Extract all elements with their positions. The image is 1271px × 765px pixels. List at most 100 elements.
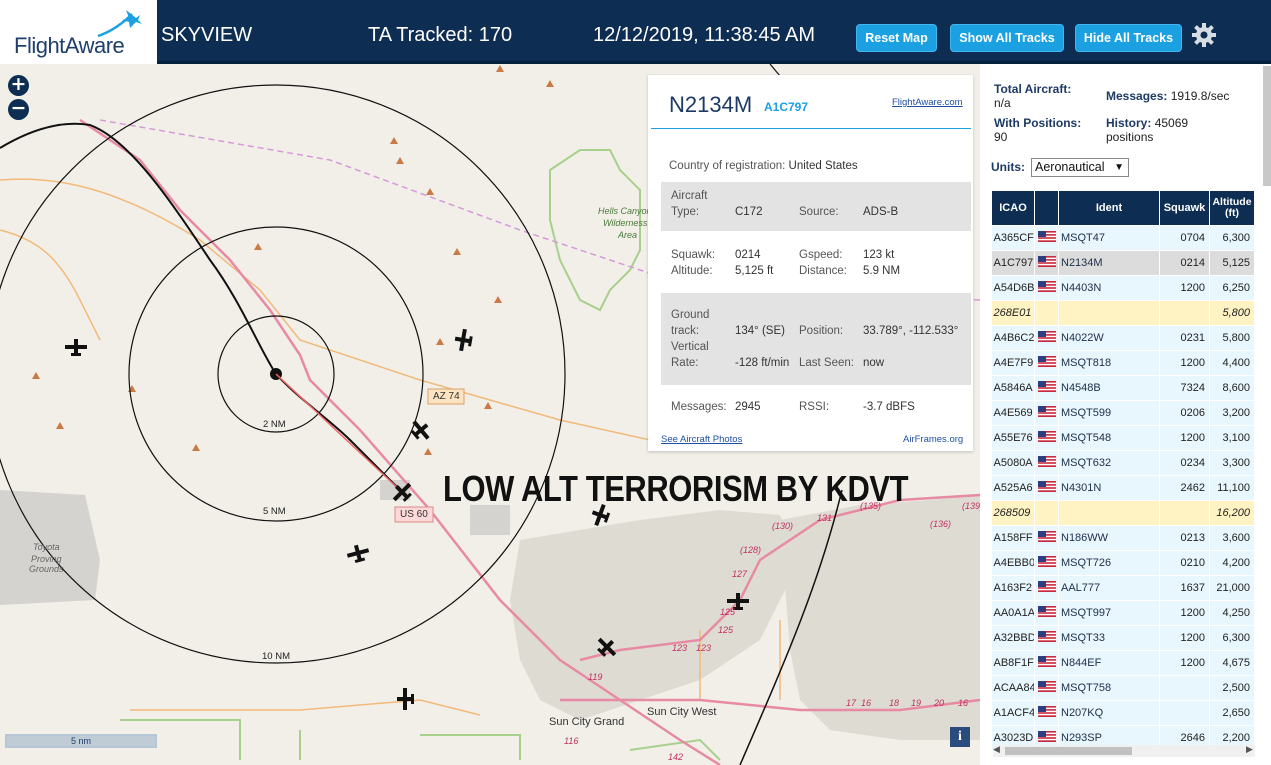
table-row[interactable]: A55E76 MSQT548 1200 3,100 bbox=[991, 425, 1255, 451]
table-row[interactable]: A1C797 N2134M 0214 5,125 bbox=[991, 250, 1255, 276]
table-row[interactable]: A365CF MSQT47 0704 6,300 bbox=[991, 225, 1255, 251]
aircraft-table: ICAO Ident Squawk Altitude (ft) A365CF MS… bbox=[991, 190, 1255, 751]
row-squawk: 1200 bbox=[1159, 275, 1210, 301]
table-row[interactable]: A163F2 AAL777 1637 21,000 bbox=[991, 575, 1255, 601]
route-number: 125 bbox=[718, 625, 734, 635]
row-squawk bbox=[1159, 675, 1210, 701]
scroll-right-arrow-icon[interactable]: ▶ bbox=[1246, 744, 1253, 755]
route-number: 119 bbox=[588, 672, 603, 682]
place-label: Sun City West bbox=[647, 706, 717, 718]
table-row[interactable]: AB8F1F N844EF 1200 4,675 bbox=[991, 650, 1255, 676]
column-header-icao[interactable]: ICAO bbox=[991, 190, 1035, 226]
altitude-value: 5,125 ft bbox=[735, 265, 774, 277]
row-altitude: 5,800 bbox=[1209, 325, 1255, 351]
row-squawk: 0206 bbox=[1159, 400, 1210, 426]
row-icao: A163F2 bbox=[991, 575, 1035, 601]
show-all-tracks-button[interactable]: Show All Tracks bbox=[950, 24, 1064, 52]
route-number: 16 bbox=[958, 698, 969, 708]
us-flag-icon bbox=[1037, 481, 1056, 492]
row-icao: AB8F1F bbox=[991, 650, 1035, 676]
table-row[interactable]: 268E01 5,800 bbox=[991, 300, 1255, 326]
row-icao: A1C797 bbox=[991, 250, 1035, 276]
row-icao: AA0A1A bbox=[991, 600, 1035, 626]
row-flag-cell bbox=[1034, 350, 1059, 376]
row-altitude: 2,500 bbox=[1209, 675, 1255, 701]
table-row[interactable]: AA0A1A MSQT997 1200 4,250 bbox=[991, 600, 1255, 626]
row-icao: A525A6 bbox=[991, 475, 1035, 501]
table-row[interactable]: A525A6 N4301N 2462 11,100 bbox=[991, 475, 1255, 501]
logo-text: FlightAware bbox=[14, 33, 125, 58]
hide-all-tracks-button[interactable]: Hide All Tracks bbox=[1075, 24, 1182, 52]
row-flag-cell bbox=[1034, 650, 1059, 676]
row-altitude: 3,300 bbox=[1209, 450, 1255, 476]
range-label-2nm: 2 NM bbox=[263, 419, 286, 430]
reset-map-button[interactable]: Reset Map bbox=[856, 24, 937, 52]
units-label: Units: bbox=[991, 160, 1025, 174]
column-header-flag[interactable] bbox=[1034, 190, 1059, 226]
us-flag-icon bbox=[1037, 681, 1056, 692]
zoom-out-button[interactable]: − bbox=[8, 99, 29, 120]
row-flag-cell bbox=[1034, 600, 1059, 626]
map-view[interactable]: 2 NM 5 NM 10 NM AZ 74 US 60 Hells Canyon… bbox=[0, 64, 980, 765]
vertical-scrollbar[interactable] bbox=[1263, 66, 1271, 186]
table-row[interactable]: A158FF N186WW 0213 3,600 bbox=[991, 525, 1255, 551]
row-ident: N4301N bbox=[1058, 475, 1160, 501]
route-number: 19 bbox=[911, 698, 922, 708]
units-select[interactable]: Aeronautical ▼ bbox=[1031, 158, 1129, 177]
us-flag-icon bbox=[1037, 456, 1056, 467]
table-row[interactable]: A4E569 MSQT599 0206 3,200 bbox=[991, 400, 1255, 426]
rssi-label: RSSI: bbox=[799, 401, 830, 413]
row-squawk: 1637 bbox=[1159, 575, 1210, 601]
column-header-ident[interactable]: Ident bbox=[1058, 190, 1160, 226]
table-row[interactable]: A4EBB0 MSQT726 0210 4,200 bbox=[991, 550, 1255, 576]
place-label: Sun City Grand bbox=[549, 716, 625, 728]
row-flag-cell bbox=[1034, 250, 1059, 276]
map-info-button[interactable]: i bbox=[950, 727, 970, 747]
settings-gear-icon[interactable] bbox=[1191, 22, 1217, 48]
lastseen-label: Last Seen: bbox=[799, 357, 854, 369]
row-squawk: 0234 bbox=[1159, 450, 1210, 476]
messages-label: Messages: bbox=[671, 401, 727, 413]
row-altitude: 2,650 bbox=[1209, 700, 1255, 726]
table-row[interactable]: A4B6C2 N4022W 0231 5,800 bbox=[991, 325, 1255, 351]
airframes-link[interactable]: AirFrames.org bbox=[903, 434, 963, 445]
aircraft-photos-link[interactable]: See Aircraft Photos bbox=[661, 434, 742, 445]
range-label-10nm: 10 NM bbox=[262, 651, 290, 662]
route-number: (139) bbox=[962, 501, 980, 511]
table-row[interactable]: A54D6B N4403N 1200 6,250 bbox=[991, 275, 1255, 301]
row-ident: MSQT818 bbox=[1058, 350, 1160, 376]
column-header-altitude[interactable]: Altitude (ft) bbox=[1209, 190, 1255, 226]
row-squawk: 0214 bbox=[1159, 250, 1210, 276]
row-squawk: 2462 bbox=[1159, 475, 1210, 501]
row-ident bbox=[1058, 500, 1160, 526]
row-flag-cell bbox=[1034, 675, 1059, 701]
total-aircraft-value: n/a bbox=[994, 96, 1011, 110]
table-row[interactable]: A5080A MSQT632 0234 3,300 bbox=[991, 450, 1255, 476]
history-unit: positions bbox=[1106, 130, 1154, 144]
column-header-squawk[interactable]: Squawk bbox=[1159, 190, 1210, 226]
rate-label: Rate: bbox=[671, 357, 699, 369]
flightaware-link[interactable]: FlightAware.com bbox=[892, 97, 963, 108]
scroll-left-arrow-icon[interactable]: ◀ bbox=[993, 744, 1000, 755]
row-ident: N4548B bbox=[1058, 375, 1160, 401]
gspeed-label: Gspeed: bbox=[799, 249, 843, 261]
horizontal-scrollbar-thumb[interactable] bbox=[1005, 747, 1132, 755]
row-flag-cell bbox=[1034, 375, 1059, 401]
us-flag-icon bbox=[1037, 631, 1056, 642]
table-row[interactable]: A1ACF4 N207KQ 2,650 bbox=[991, 700, 1255, 726]
rate-value: -128 ft/min bbox=[735, 357, 790, 369]
table-row[interactable]: ACAA84 MSQT758 2,500 bbox=[991, 675, 1255, 701]
table-row[interactable]: A5846A N4548B 7324 8,600 bbox=[991, 375, 1255, 401]
flightaware-logo[interactable]: FlightAware bbox=[0, 0, 157, 64]
table-row[interactable]: A32BBD MSQT33 1200 6,300 bbox=[991, 625, 1255, 651]
ground-label: Ground bbox=[671, 309, 710, 321]
table-row[interactable]: 268509 16,200 bbox=[991, 500, 1255, 526]
row-altitude: 11,100 bbox=[1209, 475, 1255, 501]
route-number: (130) bbox=[772, 521, 794, 531]
zoom-in-button[interactable]: + bbox=[8, 75, 29, 96]
overlay-caption: LOW ALT TERRORISM BY KDVT bbox=[443, 468, 909, 509]
row-altitude: 3,200 bbox=[1209, 400, 1255, 426]
distance-value: 5.9 NM bbox=[863, 265, 901, 277]
current-datetime: 12/12/2019, 11:38:45 AM bbox=[593, 24, 816, 46]
table-row[interactable]: A4E7F9 MSQT818 1200 4,400 bbox=[991, 350, 1255, 376]
